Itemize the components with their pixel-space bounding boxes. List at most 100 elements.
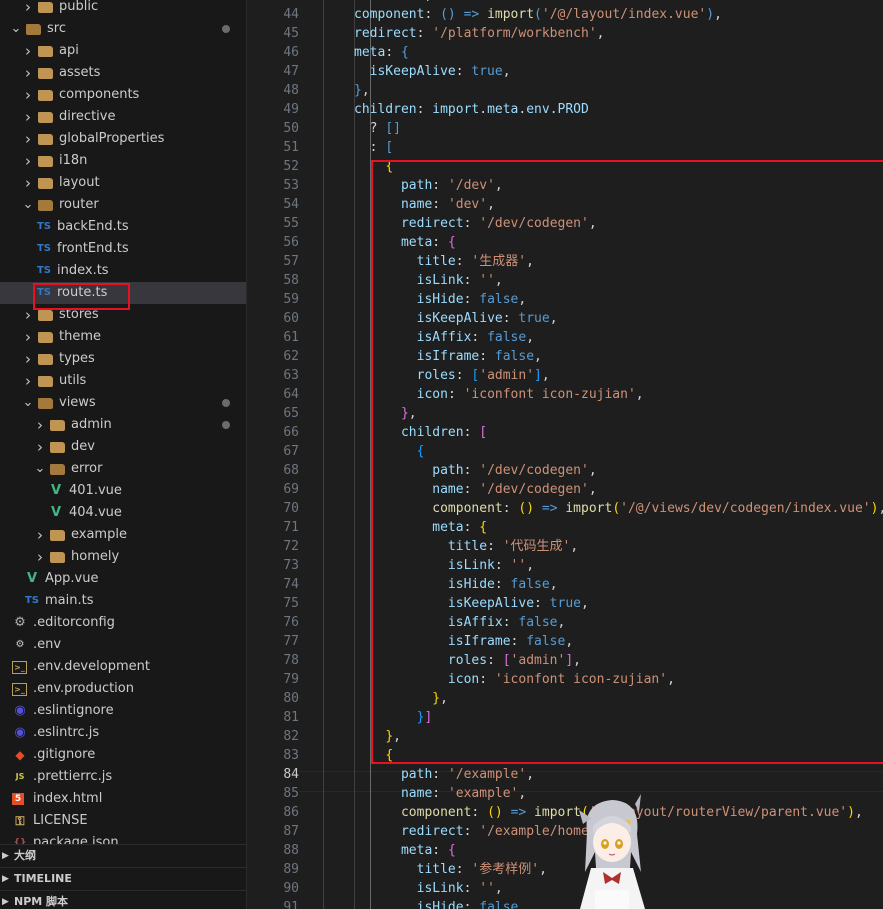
chevron-down-icon[interactable]: ⌄: [20, 392, 36, 414]
code-token: PROD: [557, 102, 589, 117]
file-tree-item[interactable]: V 401.vue: [0, 480, 246, 502]
file-tree-item[interactable]: ◆ .gitignore: [0, 744, 246, 766]
file-tree-item[interactable]: ⚿ LICENSE: [0, 810, 246, 832]
code-line[interactable]: component: () => import('/@/layout/index…: [354, 5, 883, 24]
file-tree-item-label: index.ts: [57, 263, 109, 278]
file-tree-item[interactable]: › api: [0, 40, 246, 62]
code-line[interactable]: redirect: '/platform/workbench',: [354, 24, 883, 43]
line-number: 73: [283, 558, 299, 573]
file-tree-item[interactable]: › theme: [0, 326, 246, 348]
file-tree-item[interactable]: ◉ .eslintignore: [0, 700, 246, 722]
file-tree-item[interactable]: JS .prettierrc.js: [0, 766, 246, 788]
file-tree-item[interactable]: › layout: [0, 172, 246, 194]
chevron-right-icon[interactable]: ›: [20, 62, 36, 84]
file-tree-item[interactable]: ⌄ src: [0, 18, 246, 40]
line-number: 55: [283, 216, 299, 231]
file-tree-item[interactable]: >_ .env.production: [0, 678, 246, 700]
code-token: :: [416, 26, 433, 41]
file-tree-item[interactable]: › utils: [0, 370, 246, 392]
chevron-right-icon[interactable]: ›: [32, 546, 48, 568]
chevron-right-icon[interactable]: ›: [32, 414, 48, 436]
file-tree-item[interactable]: › public: [0, 0, 246, 18]
indent-guide: [323, 0, 324, 909]
code-line[interactable]: path: '/example',: [354, 765, 883, 784]
chevron-right-icon[interactable]: ›: [20, 348, 36, 370]
folder-icon: [50, 552, 65, 563]
file-tree-item[interactable]: ⚙ .env: [0, 634, 246, 656]
file-tree-item[interactable]: › dev: [0, 436, 246, 458]
file-tree-item[interactable]: › i18n: [0, 150, 246, 172]
chevron-right-icon[interactable]: ›: [20, 326, 36, 348]
code-line[interactable]: children: import.meta.env.PROD: [354, 100, 883, 119]
chevron-right-icon[interactable]: ›: [32, 524, 48, 546]
chevron-down-icon[interactable]: ⌄: [32, 458, 48, 480]
file-tree-item[interactable]: › homely: [0, 546, 246, 568]
file-tree-item[interactable]: V App.vue: [0, 568, 246, 590]
file-tree-item[interactable]: ⌄ router: [0, 194, 246, 216]
file-tree-item[interactable]: TS index.ts: [0, 260, 246, 282]
code-line[interactable]: },: [354, 81, 883, 100]
file-tree-item[interactable]: › types: [0, 348, 246, 370]
file-tree-item[interactable]: V 404.vue: [0, 502, 246, 524]
chevron-down-icon[interactable]: ⌄: [8, 18, 24, 40]
file-tree-item[interactable]: TS main.ts: [0, 590, 246, 612]
code-line[interactable]: : [: [354, 138, 883, 157]
eslint-file-icon: ◉: [14, 703, 26, 718]
file-tree-item[interactable]: › example: [0, 524, 246, 546]
chevron-down-icon[interactable]: ⌄: [20, 194, 36, 216]
line-number: 75: [283, 596, 299, 611]
section-label: 大纲: [14, 849, 36, 862]
section-outline[interactable]: ▶ 大纲: [0, 844, 246, 867]
code-line[interactable]: isKeepAlive: true,: [354, 62, 883, 81]
chevron-right-icon[interactable]: ›: [20, 150, 36, 172]
file-tree-item[interactable]: › assets: [0, 62, 246, 84]
code-token: ,: [539, 862, 547, 877]
line-number: 81: [283, 710, 299, 725]
file-tree-item[interactable]: ◉ .eslintrc.js: [0, 722, 246, 744]
section-npm-scripts[interactable]: ▶ NPM 脚本: [0, 890, 246, 909]
chevron-right-icon[interactable]: ›: [20, 84, 36, 106]
file-tree-item[interactable]: ⌄ error: [0, 458, 246, 480]
file-tree-item-label: layout: [59, 175, 100, 190]
file-tree-item[interactable]: ⌄ views: [0, 392, 246, 414]
chevron-right-icon[interactable]: ›: [20, 40, 36, 62]
chevron-right-icon[interactable]: ›: [20, 106, 36, 128]
file-tree-item[interactable]: TS backEnd.ts: [0, 216, 246, 238]
file-tree-item[interactable]: TS frontEnd.ts: [0, 238, 246, 260]
code-token: :: [385, 0, 401, 3]
file-tree-item-label: src: [47, 21, 66, 36]
file-tree-item[interactable]: >_ .env.development: [0, 656, 246, 678]
folder-icon: [50, 442, 65, 453]
line-number: 47: [283, 64, 299, 79]
file-tree-item[interactable]: › directive: [0, 106, 246, 128]
file-tree-item[interactable]: › components: [0, 84, 246, 106]
api-folder-icon: [38, 46, 53, 57]
file-tree-item[interactable]: 5 index.html: [0, 788, 246, 810]
chevron-right-icon[interactable]: ›: [20, 0, 36, 18]
line-number: 49: [283, 102, 299, 117]
chevron-right-icon[interactable]: ›: [20, 128, 36, 150]
code-token: .: [549, 102, 558, 117]
typescript-file-icon: TS: [36, 265, 52, 276]
code-line[interactable]: meta: {: [354, 43, 883, 62]
code-editor[interactable]: 4344454647484950515253545556575859606162…: [247, 0, 883, 909]
file-tree-item[interactable]: › admin: [0, 414, 246, 436]
line-number: 89: [283, 862, 299, 877]
chevron-right-icon[interactable]: ›: [20, 172, 36, 194]
file-tree-item[interactable]: › globalProperties: [0, 128, 246, 150]
git-file-icon: ◆: [15, 748, 25, 762]
file-tree-item-label: public: [59, 0, 99, 14]
code-token: ,: [494, 881, 503, 896]
typescript-file-icon: TS: [36, 243, 52, 254]
chevron-right-icon[interactable]: ›: [32, 436, 48, 458]
file-tree-item-label: .gitignore: [33, 747, 96, 762]
chevron-right-icon[interactable]: ›: [20, 370, 36, 392]
code-token: :: [471, 805, 488, 820]
section-timeline[interactable]: ▶ TIMELINE: [0, 867, 246, 890]
code-line[interactable]: ? []: [354, 119, 883, 138]
folder-icon: [38, 310, 53, 321]
code-token: :: [432, 786, 448, 801]
line-number: 86: [283, 805, 299, 820]
code-token: meta: [354, 45, 386, 60]
file-tree-item[interactable]: ⚙ .editorconfig: [0, 612, 246, 634]
